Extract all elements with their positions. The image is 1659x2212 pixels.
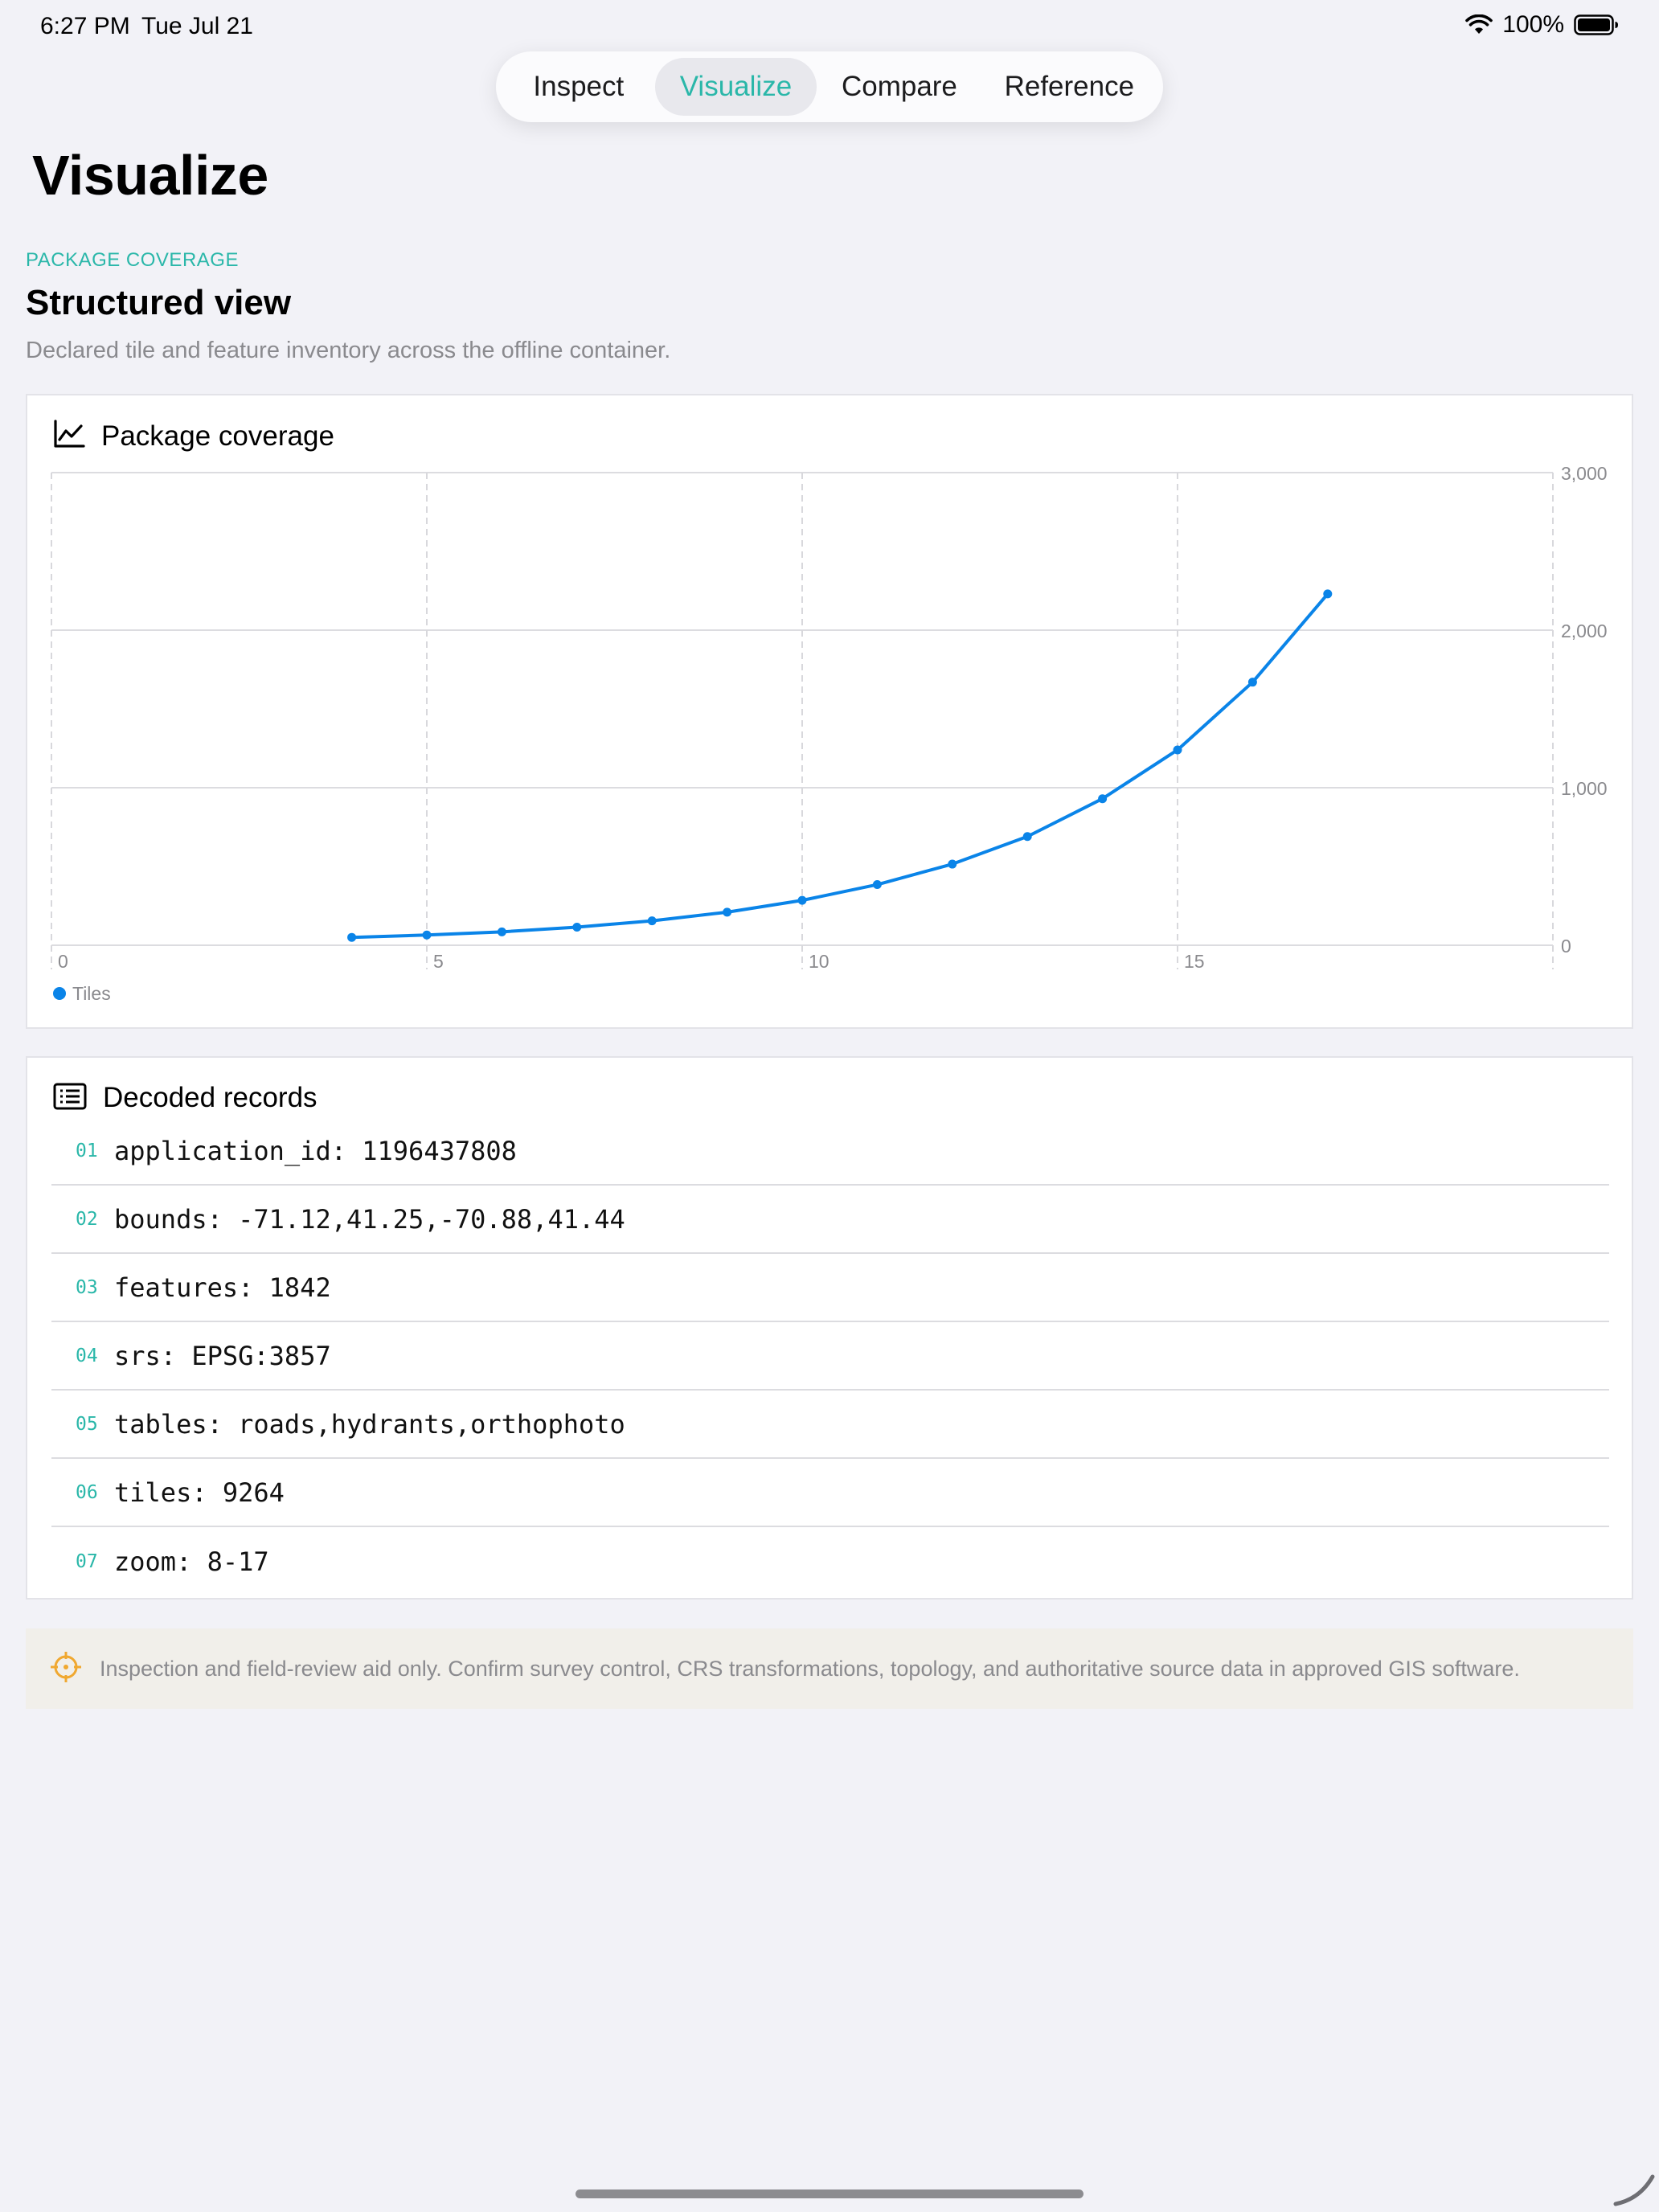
section-title: Structured view (26, 283, 292, 322)
tab-compare[interactable]: Compare (817, 58, 981, 116)
disclaimer-text: Inspection and field-review aid only. Co… (100, 1656, 1520, 1681)
y-tick-label: 2,000 (1561, 621, 1608, 641)
record-row: 03 features: 1842 (51, 1254, 1609, 1322)
data-point (948, 859, 957, 869)
home-indicator[interactable] (576, 2189, 1083, 2198)
x-tick-label: 0 (58, 951, 68, 972)
x-tick-label: 5 (433, 951, 444, 972)
data-point (872, 880, 882, 890)
section-eyebrow: PACKAGE COVERAGE (26, 249, 239, 271)
record-text: bounds: -71.12,41.25,-70.88,41.44 (114, 1203, 625, 1235)
record-number: 07 (76, 1550, 98, 1572)
pencil-corner-icon[interactable] (1608, 2162, 1656, 2212)
record-text: application_id: 1196437808 (114, 1135, 517, 1166)
record-number: 01 (76, 1140, 98, 1161)
record-row: 07 zoom: 8-17 (51, 1527, 1609, 1596)
records-card-header: Decoded records (53, 1082, 317, 1114)
record-text: features: 1842 (114, 1272, 331, 1303)
status-bar: 6:27 PM Tue Jul 21 100% (0, 11, 1659, 51)
record-number: 06 (76, 1481, 98, 1503)
record-text: tiles: 9264 (114, 1477, 285, 1508)
segmented-tab-bar: Inspect Visualize Compare Reference (496, 51, 1163, 122)
x-tick-label: 10 (809, 951, 830, 972)
status-time: 6:27 PM (40, 13, 130, 39)
record-number: 02 (76, 1208, 98, 1230)
disclaimer-banner: Inspection and field-review aid only. Co… (26, 1628, 1633, 1709)
data-point (347, 932, 357, 942)
record-number: 05 (76, 1413, 98, 1435)
data-point (723, 907, 732, 917)
y-tick-label: 1,000 (1561, 778, 1608, 799)
record-row: 05 tables: roads,hydrants,orthophoto (51, 1391, 1609, 1459)
record-number: 03 (76, 1276, 98, 1298)
legend-label: Tiles (72, 983, 111, 1004)
record-text: srs: EPSG:3857 (114, 1340, 331, 1371)
data-point (1173, 745, 1182, 755)
battery-icon (1574, 14, 1619, 35)
tab-reference[interactable]: Reference (982, 58, 1157, 116)
package-coverage-card: Package coverage 0 1,000 2,000 3,000 0 5 10 15 T… (26, 394, 1633, 1029)
data-point (1323, 589, 1333, 599)
data-point (497, 927, 506, 936)
record-row: 02 bounds: -71.12,41.25,-70.88,41.44 (51, 1186, 1609, 1254)
decoded-records-card: Decoded records 01 application_id: 11964… (26, 1056, 1633, 1600)
data-point (422, 930, 432, 940)
wifi-icon (1465, 14, 1493, 35)
data-point (572, 922, 582, 932)
series-line (350, 592, 1329, 940)
records-card-title: Decoded records (103, 1082, 317, 1113)
record-row: 01 application_id: 1196437808 (51, 1117, 1609, 1186)
data-point (1247, 678, 1257, 687)
status-indicators: 100% (1465, 11, 1619, 39)
list-icon (53, 1083, 87, 1114)
data-point (1022, 832, 1032, 842)
record-text: zoom: 8-17 (114, 1546, 269, 1577)
battery-percentage: 100% (1502, 11, 1564, 38)
record-row: 04 srs: EPSG:3857 (51, 1322, 1609, 1391)
legend-marker (53, 987, 66, 1000)
section-description: Declared tile and feature inventory acro… (26, 338, 671, 363)
y-tick-label: 3,000 (1561, 463, 1608, 484)
record-text: tables: roads,hydrants,orthophoto (114, 1408, 625, 1440)
data-point (1098, 794, 1108, 804)
x-tick-label: 15 (1184, 951, 1205, 972)
tab-inspect[interactable]: Inspect (502, 58, 655, 116)
crosshair-icon (50, 1651, 82, 1687)
record-number: 04 (76, 1345, 98, 1366)
page-title: Visualize (32, 144, 268, 207)
record-row: 06 tiles: 9264 (51, 1459, 1609, 1527)
tab-visualize[interactable]: Visualize (654, 58, 817, 116)
y-tick-label: 0 (1561, 936, 1571, 956)
data-point (797, 895, 807, 905)
status-date: Tue Jul 21 (141, 13, 253, 39)
data-point (647, 916, 657, 926)
coverage-line-chart: 0 1,000 2,000 3,000 0 5 10 15 Tiles (51, 463, 1608, 1004)
